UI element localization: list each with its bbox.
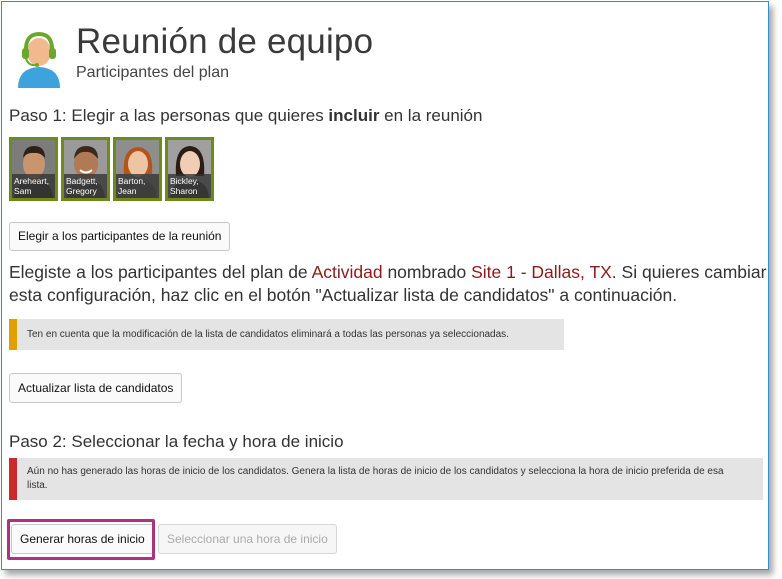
warning-text: Ten en cuenta que la modificación de la … [27,328,509,340]
update-candidates-button[interactable]: Actualizar lista de candidatos [9,373,183,403]
choose-participants-button[interactable]: Elegir a los participantes de la reunión [9,222,231,251]
participant-card[interactable]: Barton, Jean [113,137,162,201]
step2-heading: Paso 2: Seleccionar la fecha y hora de i… [9,432,344,451]
info-text-part: nombrado [382,262,472,282]
error-notice: Aún no has generado las horas de inicio … [9,458,763,500]
participant-name: Bickley, Sharon [168,174,211,198]
warning-notice: Ten en cuenta que la modificación de la … [9,319,564,350]
error-text: Aún no has generado las horas de inicio … [27,466,724,491]
participant-name: Badgett, Gregory [64,174,107,198]
participant-card[interactable]: Areheart, Sam [9,137,58,201]
plan-info-text: Elegiste a los participantes del plan de… [9,261,769,307]
step1-heading-bold: incluir [328,106,380,125]
main-panel: Reunión de equipo Participantes del plan… [1,1,769,570]
step1-heading: Paso 1: Elegir a las personas que quiere… [9,106,482,126]
participant-card[interactable]: Badgett, Gregory [61,137,110,201]
participant-name: Areheart, Sam [12,174,55,198]
page-header: Reunión de equipo Participantes del plan [14,22,373,88]
generate-start-times-button[interactable]: Generar horas de inicio [11,524,154,554]
step1-heading-text: Paso 1: Elegir a las personas que quiere… [9,106,329,125]
participant-name: Barton, Jean [116,174,159,198]
select-start-time-button[interactable]: Seleccionar una hora de inicio [158,524,337,554]
activity-label: Actividad [311,262,383,282]
participant-card[interactable]: Bickley, Sharon [165,137,214,201]
support-agent-icon [18,31,60,88]
site-label: Site 1 - Dallas, TX. [471,262,617,282]
page-subtitle: Participantes del plan [76,64,229,81]
page-title: Reunión de equipo [76,22,374,61]
participant-list: Areheart, Sam Badgett, Gregory Barton, J… [9,137,214,201]
step1-heading-end: en la reunión [379,106,483,125]
info-text-part: Elegiste a los participantes del plan de [9,262,312,282]
